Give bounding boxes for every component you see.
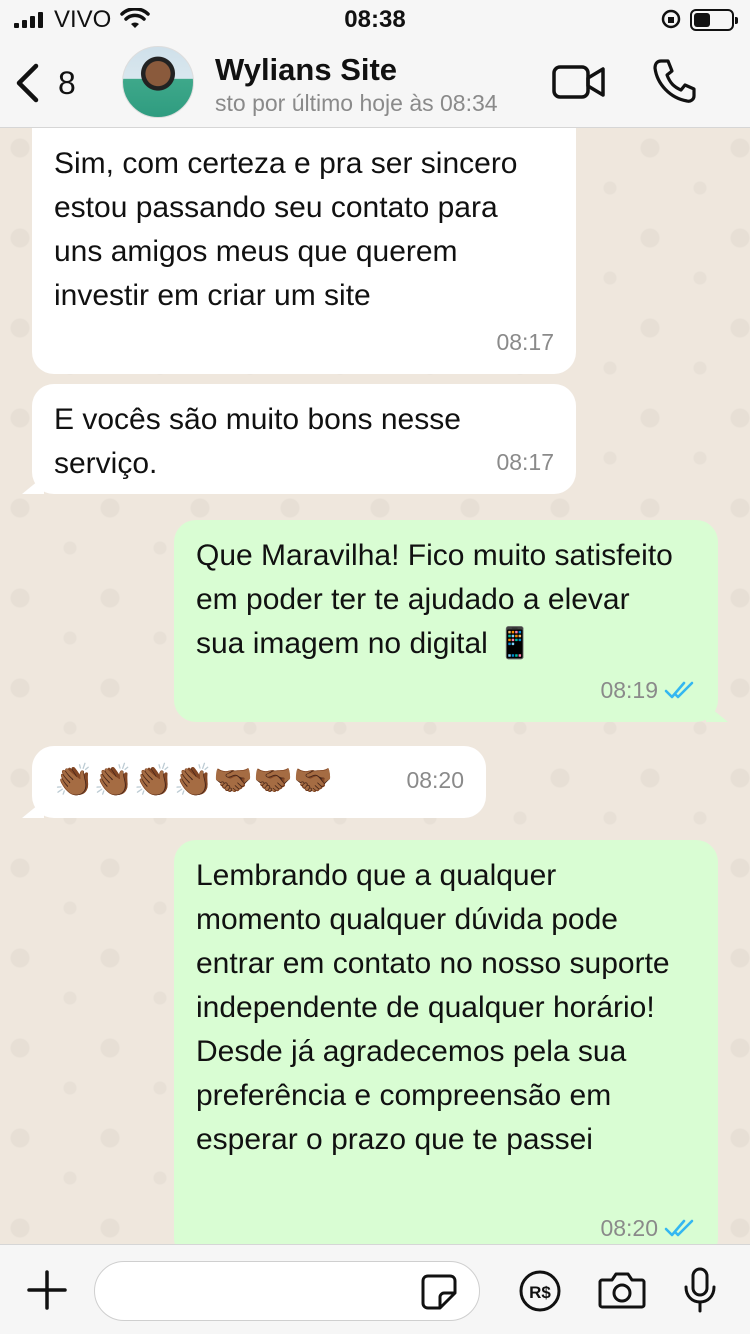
camera-icon[interactable] <box>598 1271 646 1309</box>
contact-last-seen: sto por último hoje às 08:34 <box>215 90 498 116</box>
contact-name[interactable]: Wylians Site <box>215 52 397 88</box>
message-text: Sim, com certeza e pra ser sincero estou… <box>54 147 518 312</box>
battery-level <box>694 13 710 27</box>
message-text: E vocês são muito bons nesse serviço. <box>54 403 461 480</box>
sticker-icon[interactable] <box>420 1273 458 1311</box>
unread-count: 8 <box>58 64 76 101</box>
bubble-tail <box>22 800 44 818</box>
chat-header: 8 Wylians Site sto por último hoje às 08… <box>0 40 750 128</box>
message-text: Que Maravilha! Fico muito satisfeito em … <box>196 539 673 660</box>
message-incoming[interactable]: Sim, com certeza e pra ser sincero estou… <box>32 128 576 374</box>
message-meta: 08:19 <box>600 668 696 712</box>
phone-icon[interactable] <box>652 58 696 104</box>
message-time: 08:20 <box>406 767 464 793</box>
read-receipt-icon <box>664 681 694 699</box>
svg-text:R$: R$ <box>529 1283 551 1302</box>
message-time: 08:20 <box>600 1215 658 1241</box>
battery-icon <box>690 9 738 31</box>
video-camera-icon[interactable] <box>552 62 606 102</box>
message-meta: 08:20 <box>600 1206 696 1244</box>
status-bar: VIVO 08:38 <box>0 0 750 40</box>
message-incoming[interactable]: 👏🏾👏🏾👏🏾👏🏾🤝🏾🤝🏾🤝🏾 08:20 <box>22 746 486 818</box>
message-time: 08:19 <box>600 677 658 703</box>
back-button[interactable]: 8 <box>14 60 94 106</box>
chevron-left-icon <box>16 63 39 103</box>
chat-area[interactable]: Sim, com certeza e pra ser sincero estou… <box>0 128 750 1244</box>
read-receipt-icon <box>664 1219 694 1237</box>
message-composer: R$ <box>0 1244 750 1334</box>
message-time: 08:17 <box>496 449 554 475</box>
message-time: 08:17 <box>496 329 554 355</box>
message-emoji-text: 👏🏾👏🏾👏🏾👏🏾🤝🏾🤝🏾🤝🏾 <box>54 762 333 798</box>
bubble-tail <box>22 476 44 494</box>
plus-icon[interactable] <box>26 1269 68 1311</box>
orientation-lock-icon <box>661 9 681 29</box>
avatar[interactable] <box>122 46 194 118</box>
message-text: Lembrando que a qualquer momento qualque… <box>196 859 670 1156</box>
payment-icon[interactable]: R$ <box>518 1269 562 1313</box>
message-incoming[interactable]: E vocês são muito bons nesse serviço. 08… <box>22 384 576 494</box>
bubble-tail <box>706 704 728 722</box>
status-time: 08:38 <box>344 6 406 33</box>
message-outgoing[interactable]: Que Maravilha! Fico muito satisfeito em … <box>174 520 728 722</box>
message-outgoing[interactable]: Lembrando que a qualquer momento qualque… <box>174 840 718 1244</box>
microphone-icon[interactable] <box>682 1267 718 1313</box>
